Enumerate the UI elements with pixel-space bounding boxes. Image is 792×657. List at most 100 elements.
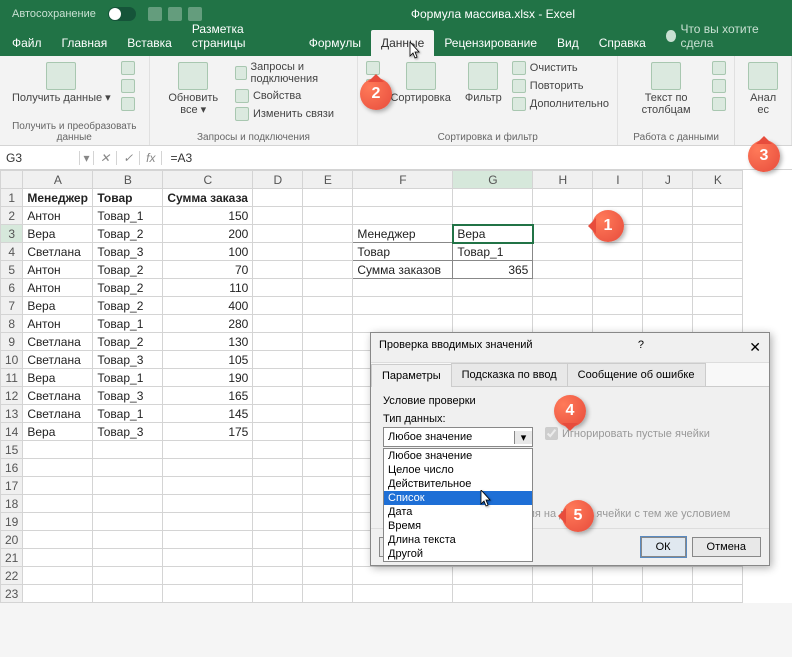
cell-F1[interactable]: [353, 189, 453, 207]
data-validation-button[interactable]: [712, 96, 726, 112]
cell-C21[interactable]: [163, 549, 253, 567]
cell-H22[interactable]: [533, 567, 593, 585]
cell-B22[interactable]: [93, 567, 163, 585]
cell-D8[interactable]: [253, 315, 303, 333]
row-header-7[interactable]: 7: [1, 297, 23, 315]
cell-C16[interactable]: [163, 459, 253, 477]
cell-E10[interactable]: [303, 351, 353, 369]
cell-J23[interactable]: [643, 585, 693, 603]
cell-D15[interactable]: [253, 441, 303, 459]
cell-C2[interactable]: 150: [163, 207, 253, 225]
cell-B14[interactable]: Товар_3: [93, 423, 163, 441]
row-header-19[interactable]: 19: [1, 513, 23, 531]
row-header-16[interactable]: 16: [1, 459, 23, 477]
cell-J1[interactable]: [643, 189, 693, 207]
cell-A20[interactable]: [23, 531, 93, 549]
from-web-button[interactable]: [121, 78, 135, 94]
row-header-14[interactable]: 14: [1, 423, 23, 441]
cell-G8[interactable]: [453, 315, 533, 333]
cell-B2[interactable]: Товар_1: [93, 207, 163, 225]
cell-B1[interactable]: Товар: [93, 189, 163, 207]
cell-C23[interactable]: [163, 585, 253, 603]
chevron-down-icon[interactable]: ▾: [514, 431, 532, 444]
cell-A7[interactable]: Вера: [23, 297, 93, 315]
row-header-22[interactable]: 22: [1, 567, 23, 585]
cell-C4[interactable]: 100: [163, 243, 253, 261]
advanced-button[interactable]: Дополнительно: [512, 96, 609, 112]
cell-B8[interactable]: Товар_1: [93, 315, 163, 333]
cell-C14[interactable]: 175: [163, 423, 253, 441]
cell-C3[interactable]: 200: [163, 225, 253, 243]
cell-C22[interactable]: [163, 567, 253, 585]
cell-F22[interactable]: [353, 567, 453, 585]
cell-B3[interactable]: Товар_2: [93, 225, 163, 243]
cell-H4[interactable]: [533, 243, 593, 261]
cell-E15[interactable]: [303, 441, 353, 459]
cell-D16[interactable]: [253, 459, 303, 477]
cell-B12[interactable]: Товар_3: [93, 387, 163, 405]
tab-view[interactable]: Вид: [547, 30, 589, 56]
cell-A15[interactable]: [23, 441, 93, 459]
cell-C10[interactable]: 105: [163, 351, 253, 369]
cell-A14[interactable]: Вера: [23, 423, 93, 441]
cell-D1[interactable]: [253, 189, 303, 207]
cell-E7[interactable]: [303, 297, 353, 315]
type-option-5[interactable]: Время: [384, 519, 532, 533]
cell-A17[interactable]: [23, 477, 93, 495]
col-header-D[interactable]: D: [253, 171, 303, 189]
type-option-6[interactable]: Длина текста: [384, 533, 532, 547]
cell-D4[interactable]: [253, 243, 303, 261]
name-box-dropdown[interactable]: ▾: [80, 151, 94, 165]
type-option-1[interactable]: Целое число: [384, 463, 532, 477]
cell-A6[interactable]: Антон: [23, 279, 93, 297]
cell-D5[interactable]: [253, 261, 303, 279]
cell-K5[interactable]: [693, 261, 743, 279]
col-header-A[interactable]: A: [23, 171, 93, 189]
row-header-18[interactable]: 18: [1, 495, 23, 513]
cell-K2[interactable]: [693, 207, 743, 225]
cell-C17[interactable]: [163, 477, 253, 495]
cell-D13[interactable]: [253, 405, 303, 423]
cell-B17[interactable]: [93, 477, 163, 495]
cell-J6[interactable]: [643, 279, 693, 297]
cell-B15[interactable]: [93, 441, 163, 459]
cell-C19[interactable]: [163, 513, 253, 531]
cell-B16[interactable]: [93, 459, 163, 477]
cell-C9[interactable]: 130: [163, 333, 253, 351]
cell-E6[interactable]: [303, 279, 353, 297]
cell-G23[interactable]: [453, 585, 533, 603]
cell-D9[interactable]: [253, 333, 303, 351]
tab-layout[interactable]: Разметка страницы: [182, 16, 299, 56]
cell-C7[interactable]: 400: [163, 297, 253, 315]
cell-D19[interactable]: [253, 513, 303, 531]
cell-A18[interactable]: [23, 495, 93, 513]
cell-F7[interactable]: [353, 297, 453, 315]
cell-D23[interactable]: [253, 585, 303, 603]
tab-review[interactable]: Рецензирование: [434, 30, 547, 56]
queries-conn-button[interactable]: Запросы и подключения: [235, 60, 350, 86]
cancel-fx-icon[interactable]: ✕: [94, 151, 117, 165]
cell-D17[interactable]: [253, 477, 303, 495]
cell-G3[interactable]: Вера: [453, 225, 533, 243]
text-to-columns-button[interactable]: Текст по столбцам: [626, 60, 706, 118]
cell-C5[interactable]: 70: [163, 261, 253, 279]
cell-I23[interactable]: [593, 585, 643, 603]
cell-B11[interactable]: Товар_1: [93, 369, 163, 387]
cell-A5[interactable]: Антон: [23, 261, 93, 279]
cell-F6[interactable]: [353, 279, 453, 297]
cell-C15[interactable]: [163, 441, 253, 459]
sort-button[interactable]: Сортировка: [386, 60, 454, 106]
cell-H8[interactable]: [533, 315, 593, 333]
cell-B19[interactable]: [93, 513, 163, 531]
cell-B18[interactable]: [93, 495, 163, 513]
cell-D18[interactable]: [253, 495, 303, 513]
cell-J22[interactable]: [643, 567, 693, 585]
cell-E3[interactable]: [303, 225, 353, 243]
cell-B9[interactable]: Товар_2: [93, 333, 163, 351]
tell-me[interactable]: Что вы хотите сдела: [656, 16, 792, 56]
cell-B7[interactable]: Товар_2: [93, 297, 163, 315]
cell-D11[interactable]: [253, 369, 303, 387]
col-header-F[interactable]: F: [353, 171, 453, 189]
col-header-B[interactable]: B: [93, 171, 163, 189]
cell-K4[interactable]: [693, 243, 743, 261]
